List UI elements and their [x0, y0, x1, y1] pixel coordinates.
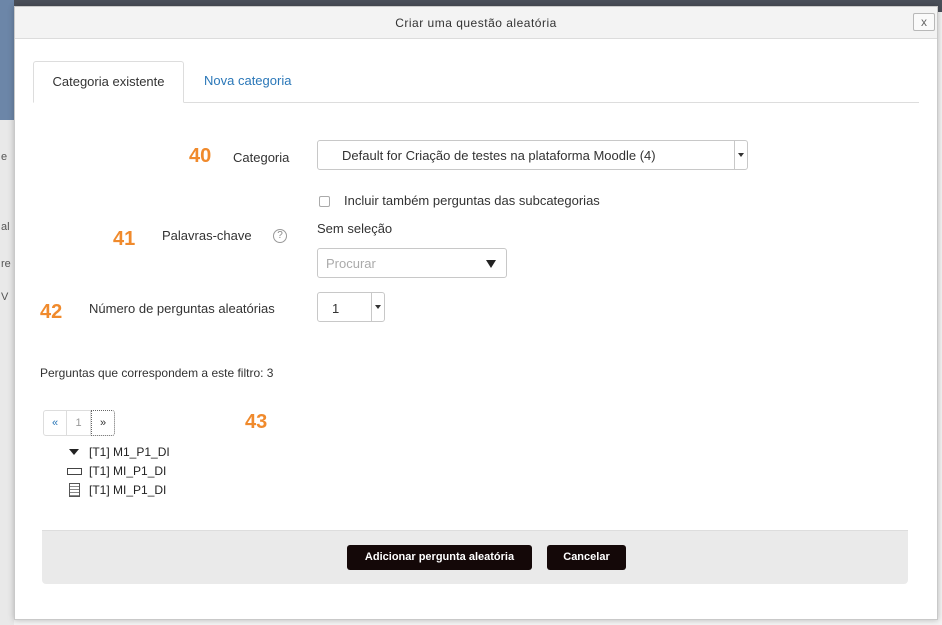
pagination: « 1 » [43, 410, 115, 436]
category-select-value: Default for Criação de testes na platafo… [342, 148, 656, 163]
annotation-marker: 43 [245, 411, 268, 433]
include-subcategories-label: Incluir também perguntas das subcategori… [344, 193, 600, 208]
random-count-label: Número de perguntas aleatórias [89, 301, 275, 316]
background-text-fragment: e [1, 151, 8, 163]
background-text-fragment: re [1, 258, 11, 270]
keywords-selection-text: Sem seleção [317, 221, 393, 236]
keywords-search-placeholder: Procurar [326, 256, 376, 271]
category-label: Categoria [233, 150, 290, 165]
add-random-question-button[interactable]: Adicionar pergunta aleatória [347, 545, 532, 570]
annotation-marker: 40 [189, 145, 212, 167]
category-tabs: Categoria existente Nova categoria [33, 61, 919, 103]
tab-new-category[interactable]: Nova categoria [190, 61, 305, 103]
background-text-fragment: V [1, 291, 9, 303]
short-answer-icon [67, 465, 82, 477]
dialog-title: Criar uma questão aleatória [395, 16, 557, 30]
filter-summary: Perguntas que correspondem a este filtro… [40, 366, 274, 380]
dialog-titlebar: Criar uma questão aleatória x [15, 7, 937, 39]
help-icon[interactable]: ? [273, 229, 287, 243]
random-count-value: 1 [332, 301, 340, 316]
list-item: [T1] MI_P1_DI [67, 464, 166, 478]
background-text-fragment: al [1, 221, 10, 233]
pager-first-button[interactable]: « [43, 410, 67, 436]
close-icon: x [921, 15, 927, 29]
dialog-footer: Adicionar pergunta aleatória Cancelar [42, 530, 908, 584]
pager-next-button[interactable]: » [91, 410, 115, 436]
annotation-marker: 41 [113, 228, 136, 250]
dropdown-triangle-icon [486, 260, 496, 268]
question-label: [T1] M1_P1_DI [89, 445, 170, 459]
include-subcategories-checkbox[interactable] [319, 196, 330, 207]
caret-down-icon [67, 446, 81, 458]
question-label: [T1] MI_P1_DI [89, 464, 167, 478]
category-select[interactable]: Default for Criação de testes na platafo… [317, 140, 748, 170]
chevron-down-icon [371, 293, 384, 321]
close-button[interactable]: x [913, 13, 935, 31]
pager-current-page: 1 [67, 410, 91, 436]
keywords-label: Palavras-chave [162, 228, 252, 243]
background-left-strip [0, 0, 14, 625]
background-blue-block [0, 0, 14, 120]
random-count-select[interactable]: 1 [317, 292, 385, 322]
random-question-dialog: Criar uma questão aleatória x Categoria … [14, 6, 938, 620]
list-item: [T1] M1_P1_DI [67, 445, 170, 459]
annotation-marker: 42 [40, 301, 63, 323]
keywords-search-dropdown[interactable]: Procurar [317, 248, 507, 278]
chevron-down-icon [734, 141, 747, 169]
essay-icon [67, 483, 81, 497]
question-label: [T1] MI_P1_DI [89, 483, 167, 497]
tab-existing-category[interactable]: Categoria existente [33, 61, 184, 103]
cancel-button[interactable]: Cancelar [547, 545, 626, 570]
list-item: [T1] MI_P1_DI [67, 483, 166, 497]
